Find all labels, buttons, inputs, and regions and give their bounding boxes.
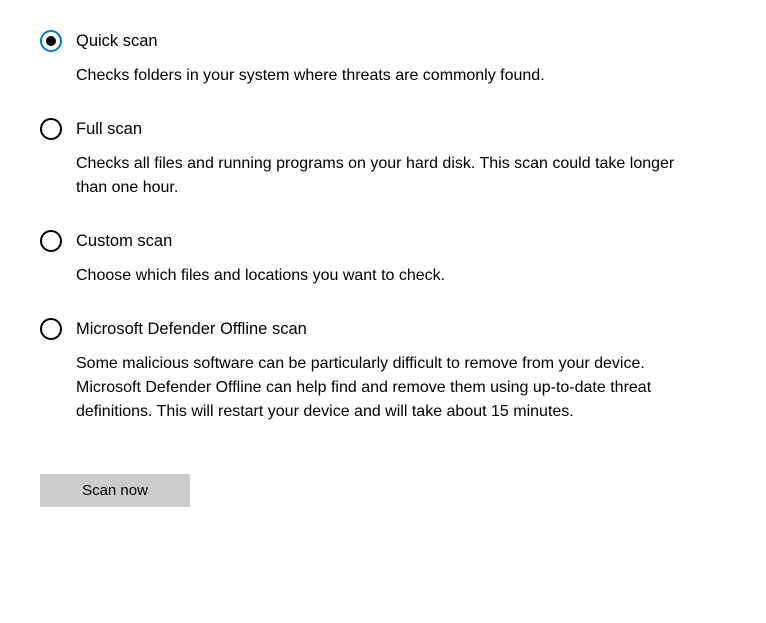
scan-option-custom[interactable]: Custom scan Choose which files and locat…: [40, 230, 726, 288]
radio-icon[interactable]: [40, 318, 62, 340]
option-title: Quick scan: [76, 30, 676, 52]
option-content: Quick scan Checks folders in your system…: [76, 30, 676, 88]
option-title: Custom scan: [76, 230, 676, 252]
option-description: Some malicious software can be particula…: [76, 352, 676, 424]
radio-icon[interactable]: [40, 230, 62, 252]
option-title: Microsoft Defender Offline scan: [76, 318, 676, 340]
option-description: Checks all files and running programs on…: [76, 152, 676, 200]
scan-option-quick[interactable]: Quick scan Checks folders in your system…: [40, 30, 726, 88]
scan-option-offline[interactable]: Microsoft Defender Offline scan Some mal…: [40, 318, 726, 424]
option-description: Checks folders in your system where thre…: [76, 64, 676, 88]
option-title: Full scan: [76, 118, 676, 140]
scan-now-button[interactable]: Scan now: [40, 474, 190, 507]
scan-option-full[interactable]: Full scan Checks all files and running p…: [40, 118, 726, 200]
option-description: Choose which files and locations you wan…: [76, 264, 676, 288]
option-content: Microsoft Defender Offline scan Some mal…: [76, 318, 676, 424]
radio-icon[interactable]: [40, 118, 62, 140]
option-content: Full scan Checks all files and running p…: [76, 118, 676, 200]
option-content: Custom scan Choose which files and locat…: [76, 230, 676, 288]
radio-icon[interactable]: [40, 30, 62, 52]
